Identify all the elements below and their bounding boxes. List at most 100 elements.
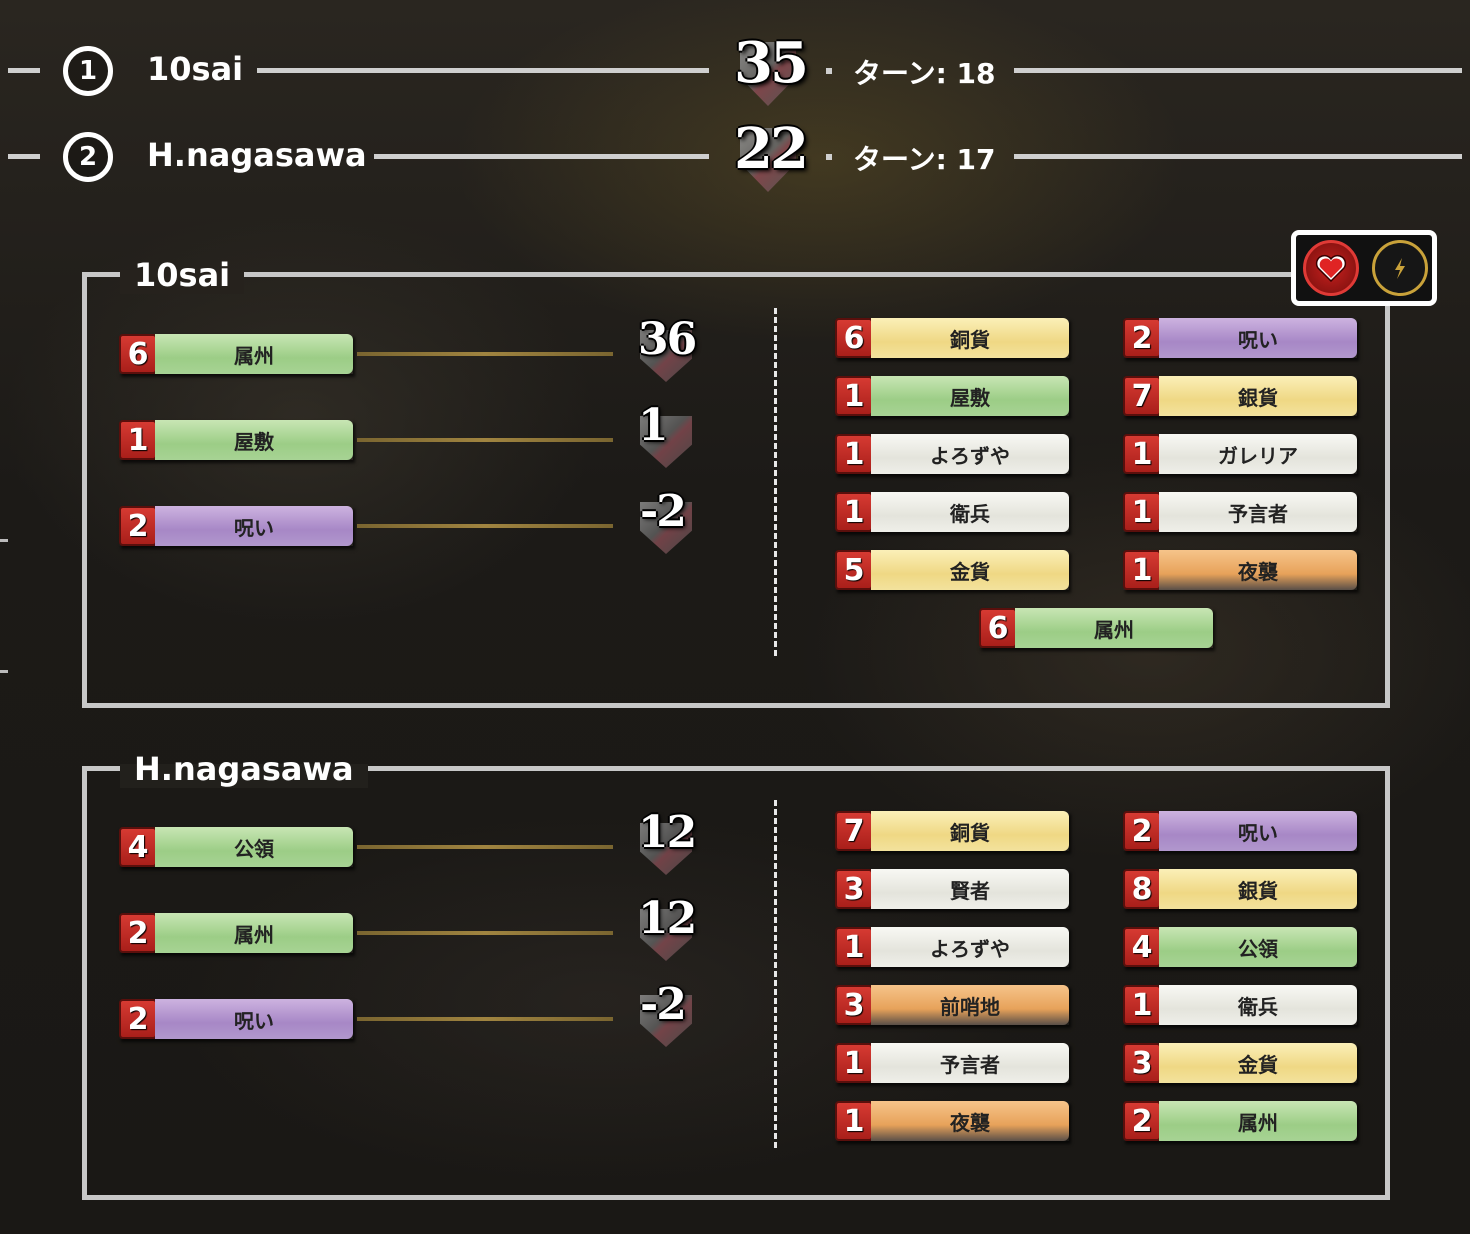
card-count: 1 <box>1123 492 1161 532</box>
card-公領[interactable]: 4 公領 <box>1123 927 1357 967</box>
total-score: 35 <box>734 30 809 96</box>
card-count: 6 <box>979 608 1017 648</box>
turn-count: ターン: 17 <box>853 143 996 176</box>
card-label: 属州 <box>155 913 353 953</box>
card-points: -2 <box>640 979 687 1030</box>
card-銀貨[interactable]: 8 銀貨 <box>1123 869 1357 909</box>
card-label: 前哨地 <box>871 985 1069 1025</box>
card-points: 1 <box>638 400 669 451</box>
card-count: 8 <box>1123 869 1161 909</box>
card-points: 12 <box>638 893 697 944</box>
card-label: 衛兵 <box>1159 985 1357 1025</box>
card-label: 呪い <box>155 506 353 546</box>
card-count: 4 <box>1123 927 1161 967</box>
card-label: 予言者 <box>1159 492 1357 532</box>
card-衛兵[interactable]: 1 衛兵 <box>835 492 1069 532</box>
card-属州[interactable]: 6 属州 <box>979 608 1213 648</box>
card-屋敷[interactable]: 1 屋敷 <box>119 420 353 460</box>
card-count: 2 <box>119 506 157 546</box>
heart-icon[interactable] <box>1303 240 1359 296</box>
card-label: 金貨 <box>1159 1043 1357 1083</box>
player-name: H.nagasawa <box>147 136 367 174</box>
card-label: 呪い <box>155 999 353 1039</box>
card-label: 賢者 <box>871 869 1069 909</box>
card-予言者[interactable]: 1 予言者 <box>1123 492 1357 532</box>
card-呪い[interactable]: 2 呪い <box>119 506 353 546</box>
card-ガレリア[interactable]: 1 ガレリア <box>1123 434 1357 474</box>
card-銀貨[interactable]: 7 銀貨 <box>1123 376 1357 416</box>
card-label: 公領 <box>155 827 353 867</box>
card-銅貨[interactable]: 7 銅貨 <box>835 811 1069 851</box>
rank-badge: 1 <box>63 46 113 96</box>
card-label: 予言者 <box>871 1043 1069 1083</box>
card-label: 呪い <box>1159 318 1357 358</box>
card-予言者[interactable]: 1 予言者 <box>835 1043 1069 1083</box>
card-属州[interactable]: 2 属州 <box>119 913 353 953</box>
card-label: 金貨 <box>871 550 1069 590</box>
card-公領[interactable]: 4 公領 <box>119 827 353 867</box>
card-よろずや[interactable]: 1 よろずや <box>835 434 1069 474</box>
card-points: -2 <box>640 486 687 537</box>
card-屋敷[interactable]: 1 屋敷 <box>835 376 1069 416</box>
card-label: よろずや <box>871 927 1069 967</box>
card-points: 36 <box>638 314 697 365</box>
card-金貨[interactable]: 3 金貨 <box>1123 1043 1357 1083</box>
card-count: 3 <box>835 869 873 909</box>
card-呪い[interactable]: 2 呪い <box>1123 811 1357 851</box>
card-label: 夜襲 <box>1159 550 1357 590</box>
lightning-icon[interactable] <box>1372 240 1428 296</box>
card-count: 1 <box>835 434 873 474</box>
card-呪い[interactable]: 2 呪い <box>1123 318 1357 358</box>
card-label: よろずや <box>871 434 1069 474</box>
card-count: 3 <box>835 985 873 1025</box>
card-count: 6 <box>835 318 873 358</box>
card-夜襲[interactable]: 1 夜襲 <box>835 1101 1069 1141</box>
card-label: 呪い <box>1159 811 1357 851</box>
card-賢者[interactable]: 3 賢者 <box>835 869 1069 909</box>
card-count: 6 <box>119 334 157 374</box>
card-count: 2 <box>119 999 157 1039</box>
card-前哨地[interactable]: 3 前哨地 <box>835 985 1069 1025</box>
player-name: 10sai <box>147 50 244 88</box>
card-属州[interactable]: 6 属州 <box>119 334 353 374</box>
card-count: 1 <box>835 376 873 416</box>
card-label: 銀貨 <box>1159 869 1357 909</box>
card-count: 1 <box>835 1043 873 1083</box>
card-count: 1 <box>835 927 873 967</box>
card-label: 屋敷 <box>155 420 353 460</box>
card-呪い[interactable]: 2 呪い <box>119 999 353 1039</box>
card-count: 1 <box>1123 550 1161 590</box>
card-count: 2 <box>1123 318 1161 358</box>
card-属州[interactable]: 2 属州 <box>1123 1101 1357 1141</box>
card-label: 銅貨 <box>871 811 1069 851</box>
card-よろずや[interactable]: 1 よろずや <box>835 927 1069 967</box>
card-label: 夜襲 <box>871 1101 1069 1141</box>
card-label: 銀貨 <box>1159 376 1357 416</box>
card-label: 属州 <box>1015 608 1213 648</box>
card-衛兵[interactable]: 1 衛兵 <box>1123 985 1357 1025</box>
card-count: 5 <box>835 550 873 590</box>
turn-count: ターン: 18 <box>853 57 996 90</box>
card-count: 2 <box>119 913 157 953</box>
card-count: 1 <box>835 1101 873 1141</box>
card-金貨[interactable]: 5 金貨 <box>835 550 1069 590</box>
card-count: 1 <box>119 420 157 460</box>
card-label: 公領 <box>1159 927 1357 967</box>
panel-title: 10sai <box>120 256 245 294</box>
total-score: 22 <box>734 116 809 182</box>
card-銅貨[interactable]: 6 銅貨 <box>835 318 1069 358</box>
card-count: 7 <box>1123 376 1161 416</box>
card-label: 属州 <box>155 334 353 374</box>
rank-badge: 2 <box>63 132 113 182</box>
card-label: 衛兵 <box>871 492 1069 532</box>
card-count: 1 <box>1123 985 1161 1025</box>
icons-box <box>1291 230 1437 306</box>
card-count: 4 <box>119 827 157 867</box>
card-count: 1 <box>1123 434 1161 474</box>
card-count: 7 <box>835 811 873 851</box>
card-label: 属州 <box>1159 1101 1357 1141</box>
card-夜襲[interactable]: 1 夜襲 <box>1123 550 1357 590</box>
card-label: ガレリア <box>1159 434 1357 474</box>
card-label: 屋敷 <box>871 376 1069 416</box>
panel-title: H.nagasawa <box>120 750 368 788</box>
